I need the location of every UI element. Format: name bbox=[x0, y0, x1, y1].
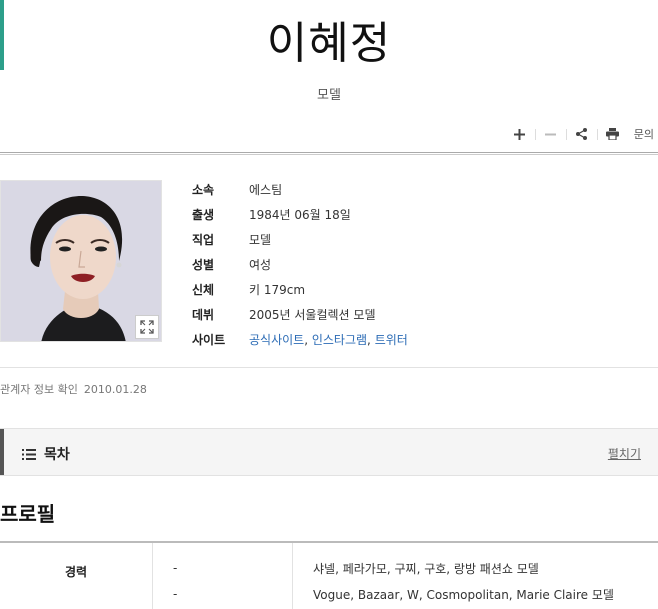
twitter-link[interactable]: 트위터 bbox=[375, 333, 408, 347]
plus-icon bbox=[514, 128, 526, 140]
info-row-site: 사이트 공식사이트, 인스타그램, 트위터 bbox=[192, 327, 408, 352]
verification-note: 관계자 정보 확인 2010.01.28 bbox=[0, 381, 147, 397]
toc-title: 목차 bbox=[44, 447, 70, 463]
info-value: 에스팀 bbox=[249, 183, 283, 197]
info-row-body: 신체 키 179cm bbox=[192, 277, 408, 302]
profile-photo[interactable] bbox=[0, 180, 162, 342]
toolbar: 문의 bbox=[505, 124, 654, 144]
verification-date: 2010.01.28 bbox=[83, 383, 147, 396]
section-divider bbox=[0, 367, 658, 368]
instagram-link[interactable]: 인스타그램 bbox=[312, 333, 367, 347]
info-label: 사이트 bbox=[192, 333, 226, 347]
career-year: - bbox=[173, 587, 178, 601]
career-table: 경력 - - 샤넬, 페라가모, 구찌, 구호, 랑방 패션쇼 모델 Vogue… bbox=[0, 541, 658, 609]
header-divider bbox=[0, 152, 658, 155]
info-label: 출생 bbox=[192, 208, 215, 222]
info-value: 2005년 서울컬렉션 모델 bbox=[249, 308, 376, 322]
career-label: 경력 bbox=[0, 543, 153, 609]
table-of-contents: 목차 펼치기 bbox=[0, 428, 658, 476]
career-item: Vogue, Bazaar, W, Cosmopolitan, Marie Cl… bbox=[313, 587, 614, 602]
info-value: 키 179cm bbox=[249, 283, 306, 297]
toc-accent-bar bbox=[0, 429, 4, 475]
info-row-debut: 데뷔 2005년 서울컬렉션 모델 bbox=[192, 302, 408, 327]
remove-button[interactable] bbox=[536, 124, 566, 144]
list-icon bbox=[22, 448, 36, 460]
info-value: 1984년 06월 18일 bbox=[249, 208, 351, 222]
minus-icon bbox=[545, 133, 557, 135]
info-label: 소속 bbox=[192, 183, 215, 197]
expand-icon bbox=[140, 320, 154, 334]
link-separator: , bbox=[304, 333, 312, 347]
share-icon bbox=[576, 128, 588, 140]
info-row-birth: 출생 1984년 06월 18일 bbox=[192, 202, 408, 227]
career-descriptions: 샤넬, 페라가모, 구찌, 구호, 랑방 패션쇼 모델 Vogue, Bazaa… bbox=[293, 543, 658, 609]
page-title: 이혜정 bbox=[266, 18, 392, 69]
info-row-agency: 소속 에스팀 bbox=[192, 177, 408, 202]
add-button[interactable] bbox=[505, 124, 535, 144]
info-label: 성별 bbox=[192, 258, 215, 272]
info-label: 데뷔 bbox=[192, 308, 215, 322]
info-label: 직업 bbox=[192, 233, 215, 247]
section-title-profile: 프로필 bbox=[0, 502, 56, 526]
title-block: 이혜정 모델 bbox=[0, 0, 658, 103]
info-value: 모델 bbox=[249, 233, 272, 247]
career-year: - bbox=[173, 561, 178, 575]
info-row-gender: 성별 여성 bbox=[192, 252, 408, 277]
career-item: 샤넬, 페라가모, 구찌, 구호, 랑방 패션쇼 모델 bbox=[313, 561, 539, 576]
info-row-job: 직업 모델 bbox=[192, 227, 408, 252]
verification-text: 관계자 정보 확인 bbox=[0, 383, 78, 396]
career-row: 경력 - - 샤넬, 페라가모, 구찌, 구호, 랑방 패션쇼 모델 Vogue… bbox=[0, 543, 658, 609]
info-value: 여성 bbox=[249, 258, 272, 272]
toc-header: 목차 bbox=[22, 444, 70, 464]
page-subtitle: 모델 bbox=[317, 88, 341, 103]
site-links: 공식사이트, 인스타그램, 트위터 bbox=[249, 331, 408, 348]
expand-image-button[interactable] bbox=[135, 315, 159, 339]
link-separator: , bbox=[367, 333, 375, 347]
print-button[interactable] bbox=[598, 124, 628, 144]
career-years: - - bbox=[153, 543, 293, 609]
profile-info: 소속 에스팀 출생 1984년 06월 18일 직업 모델 성별 여성 신체 키… bbox=[192, 177, 408, 352]
info-label: 신체 bbox=[192, 283, 215, 297]
official-site-link[interactable]: 공식사이트 bbox=[249, 333, 304, 347]
inquiry-link[interactable]: 문의 bbox=[628, 126, 654, 142]
print-icon bbox=[606, 128, 620, 140]
toc-expand-link[interactable]: 펼치기 bbox=[608, 445, 641, 462]
share-button[interactable] bbox=[567, 124, 597, 144]
